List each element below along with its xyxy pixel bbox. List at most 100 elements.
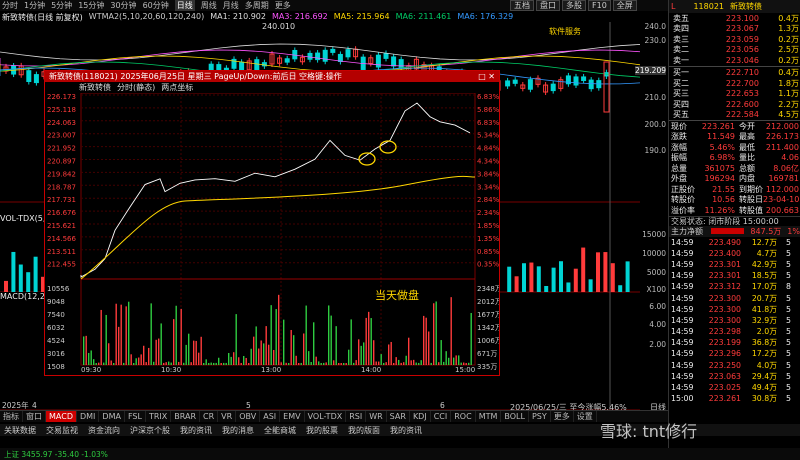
period-tab[interactable]: 60分钟 <box>143 0 169 11</box>
intraday-popup[interactable]: 新致转债(118021) 2025年06月25日 星期三 PageUp/Down… <box>44 70 500 376</box>
period-tab[interactable]: 月线 <box>223 0 239 11</box>
footer-link[interactable]: 我的版面 <box>348 425 380 436</box>
tick-list[interactable]: 14:59 223.490 12.7万 5 14:59 223.400 4.7万 5 14:59… <box>669 237 800 405</box>
indicator-tab[interactable]: ROC <box>451 411 476 422</box>
period-tab[interactable]: 1分钟 <box>24 0 45 11</box>
volume-bar <box>596 252 600 292</box>
close-icon[interactable]: □ ✕ <box>478 72 499 81</box>
indicator-tab[interactable]: DMI <box>77 411 100 422</box>
popup-volume-bar <box>248 362 250 365</box>
tick-row[interactable]: 14:59 223.400 4.7万 5 <box>669 248 800 259</box>
indicator-tab[interactable]: ASI <box>260 411 281 422</box>
indicator-tab[interactable]: SAR <box>387 411 410 422</box>
intraday-chart[interactable]: 226.173 225.118 224.063 223.007 221.952 220.8… <box>45 93 499 373</box>
toolbar-button[interactable]: 盘口 <box>536 0 560 11</box>
indicator-tab[interactable]: BRAR <box>171 411 201 422</box>
ask-row[interactable]: 卖三 223.059 0.2万 <box>669 34 800 45</box>
indicator-tab[interactable]: MACD <box>46 411 77 422</box>
ask-volume: 0.4万 <box>778 13 799 23</box>
popup-volume-bar <box>460 362 462 365</box>
period-tab[interactable]: 30分钟 <box>110 0 136 11</box>
indicator-tab[interactable]: 设置 <box>574 411 597 422</box>
tick-row[interactable]: 14:59 223.063 29.4万 5 <box>669 371 800 382</box>
indicator-tab[interactable]: TRIX <box>146 411 172 422</box>
tick-row[interactable]: 14:59 223.025 49.4万 5 <box>669 382 800 393</box>
footer-link[interactable]: 交易监视 <box>46 425 78 436</box>
bid-row[interactable]: 买二 222.700 1.8万 <box>669 78 800 89</box>
tick-row[interactable]: 15:00 223.261 30.8万 5 <box>669 393 800 404</box>
bid-row[interactable]: 买四 222.600 2.2万 <box>669 99 800 110</box>
indicator-tab[interactable]: 指标 <box>0 411 23 422</box>
popup-volume-bar <box>203 362 205 365</box>
indicator-tab[interactable]: RSI <box>346 411 367 422</box>
footer-link[interactable]: 关联数据 <box>4 425 36 436</box>
tick-row[interactable]: 14:59 223.199 36.8万 5 <box>669 337 800 348</box>
popup-subtitle-item[interactable]: 分时(静态) <box>117 82 155 93</box>
popup-volume-bar <box>120 304 122 365</box>
tick-row[interactable]: 14:59 223.296 17.2万 5 <box>669 348 800 359</box>
indicator-tab[interactable]: PSY <box>529 411 551 422</box>
volume-bar <box>33 256 38 292</box>
bid-row[interactable]: 买三 222.653 1.1万 <box>669 89 800 100</box>
volume-bar <box>625 261 630 292</box>
popup-titlebar[interactable]: 新致转债(118021) 2025年06月25日 星期三 PageUp/Down… <box>45 71 499 82</box>
bid-row[interactable]: 买一 222.710 0.4万 <box>669 68 800 79</box>
indicator-tab[interactable]: CCI <box>431 411 452 422</box>
footer-link[interactable]: 我的股票 <box>306 425 338 436</box>
footer-link[interactable]: 全能商城 <box>264 425 296 436</box>
popup-subtitle-item[interactable]: 新致转债 <box>79 82 111 93</box>
indicator-tab[interactable]: KDJ <box>410 411 431 422</box>
tick-row[interactable]: 14:59 223.301 42.9万 5 <box>669 259 800 270</box>
date-label: 5 <box>246 401 251 410</box>
popup-volume-bar <box>273 350 275 365</box>
toolbar-button[interactable]: 全屏 <box>612 0 637 11</box>
period-tab[interactable]: 多周期 <box>245 0 269 11</box>
tick-price: 223.301 <box>708 271 741 281</box>
popup-subtitle-item[interactable]: 两点坐标 <box>161 82 193 93</box>
tick-row[interactable]: 14:59 223.300 20.7万 5 <box>669 292 800 303</box>
tick-row[interactable]: 14:59 223.300 41.8万 5 <box>669 304 800 315</box>
ask-row[interactable]: 卖四 223.067 1.3万 <box>669 24 800 35</box>
indicator-tab[interactable]: DMA <box>99 411 125 422</box>
footer-link[interactable]: 沪深京个股 <box>130 425 170 436</box>
period-tab[interactable]: 周线 <box>201 0 217 11</box>
footer-link[interactable]: 资金流向 <box>88 425 120 436</box>
bid-row[interactable]: 买五 222.584 4.5万 <box>669 110 800 121</box>
indicator-tab[interactable]: EMV <box>280 411 305 422</box>
ask-row[interactable]: 卖二 223.056 2.5万 <box>669 45 800 56</box>
tick-time: 14:59 <box>671 371 694 381</box>
indicator-tab[interactable]: MTM <box>476 411 502 422</box>
tick-row[interactable]: 14:59 223.250 4.0万 5 <box>669 360 800 371</box>
tick-row[interactable]: 14:59 223.490 12.7万 5 <box>669 237 800 248</box>
indicator-tab[interactable]: 窗口 <box>23 411 46 422</box>
tick-row[interactable]: 14:59 223.301 18.5万 5 <box>669 270 800 281</box>
period-tab[interactable]: 5分钟 <box>51 0 72 11</box>
ask-row[interactable]: 卖五 223.100 0.4万 <box>669 13 800 24</box>
net-inflow[interactable]: 主力净额 847.5万 1% <box>669 226 800 237</box>
indicator-tab[interactable]: BOLL <box>501 411 529 422</box>
indicator-tab[interactable]: 更多 <box>551 411 574 422</box>
footer-link[interactable]: 我的资讯 <box>390 425 422 436</box>
high-price-label: 240.010 <box>262 22 296 31</box>
indicator-tab[interactable]: VOL-TDX <box>305 411 347 422</box>
toolbar-button[interactable]: 多股 <box>562 0 586 11</box>
popup-volume-bar <box>90 350 92 365</box>
period-tab[interactable]: 分时 <box>2 0 18 11</box>
tick-row[interactable]: 14:59 223.298 2.0万 5 <box>669 326 800 337</box>
indicator-tab[interactable]: OBV <box>236 411 261 422</box>
period-tab[interactable]: 15分钟 <box>78 0 104 11</box>
footer-link[interactable]: 我的消息 <box>222 425 254 436</box>
footer-link[interactable]: 我的资讯 <box>180 425 212 436</box>
indicator-tab[interactable]: VR <box>218 411 237 422</box>
indicator-tab[interactable]: CR <box>200 411 219 422</box>
toolbar-button[interactable]: F10 <box>588 0 611 11</box>
indicator-tab[interactable]: FSL <box>125 411 146 422</box>
tick-row[interactable]: 14:59 223.312 17.0万 8 <box>669 281 800 292</box>
period-tab[interactable]: 更多 <box>275 0 291 11</box>
indicator-tab[interactable]: WR <box>366 411 387 422</box>
ask-row[interactable]: 卖一 223.046 0.2万 <box>669 55 800 66</box>
toolbar-button[interactable]: 五档 <box>510 0 534 11</box>
tick-row[interactable]: 14:59 223.300 32.9万 5 <box>669 315 800 326</box>
popup-volume-bar <box>468 362 470 365</box>
period-tab[interactable]: 日线 <box>174 0 195 11</box>
